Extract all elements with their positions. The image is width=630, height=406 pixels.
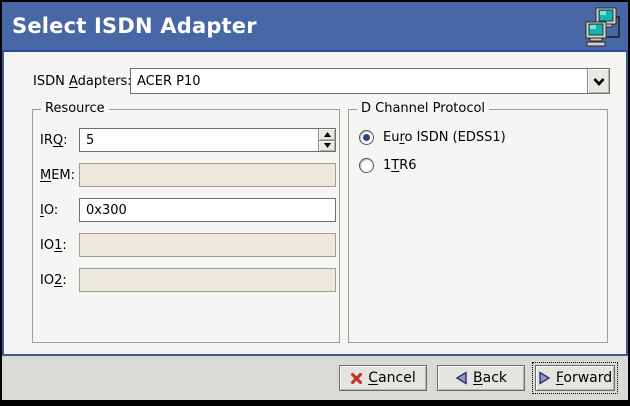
forward-button[interactable]: Forward [535,365,615,391]
isdn-adapters-combobox[interactable] [130,68,610,94]
spin-down-icon [324,143,331,148]
io-input[interactable] [79,198,336,222]
irq-label: IRQ: [40,133,79,148]
mem-field-row: MEM: [40,163,336,187]
mem-input [79,163,336,187]
radio-1tr6-label: 1TR6 [383,158,417,173]
io2-label: IO2: [40,273,79,288]
spin-up-icon [324,132,331,137]
chevron-down-icon [593,77,605,86]
io2-field-row: IO2: [40,268,336,292]
cancel-button[interactable]: Cancel [339,365,427,391]
page-title: Select ISDN Adapter [12,14,257,38]
cancel-button-label: Cancel [368,370,415,386]
red-x-icon [350,372,363,385]
radio-euro-isdn[interactable]: Euro ISDN (EDSS1) [359,128,506,146]
isdn-adapter-dialog: Select ISDN Adapter ISDN Adapters: [0,0,630,406]
forward-button-label: Forward [556,370,612,386]
irq-spin-down-button[interactable] [319,140,335,152]
isdn-adapters-dropdown-button[interactable] [587,69,609,93]
triangle-right-icon [538,371,551,385]
io2-input [79,268,336,292]
dialog-button-bar: Cancel Back Forward [2,356,628,400]
io1-input [79,233,336,257]
dialog-content: ISDN Adapters: Resource IRQ: [2,52,628,356]
irq-spin-buttons [318,129,335,151]
resource-group: Resource IRQ: MEM: [32,109,340,343]
isdn-adapters-label: ISDN Adapters: [33,74,132,89]
d-channel-protocol-legend: D Channel Protocol [357,101,489,116]
io-field-row: IO: [40,198,336,222]
irq-field-row: IRQ: [40,128,336,152]
irq-spin-up-button[interactable] [319,129,335,140]
irq-input[interactable] [80,129,318,151]
irq-spinner[interactable] [79,128,336,152]
isdn-adapters-combobox-input[interactable] [131,69,587,93]
network-computers-icon [585,7,621,47]
triangle-left-icon [455,371,468,385]
d-channel-protocol-group: D Channel Protocol Euro ISDN (EDSS1) 1TR… [348,109,608,343]
back-button-label: Back [473,370,507,386]
io1-label: IO1: [40,238,79,253]
io1-field-row: IO1: [40,233,336,257]
mem-label: MEM: [40,168,79,183]
resource-group-legend: Resource [41,101,109,116]
radio-euro-isdn-label: Euro ISDN (EDSS1) [383,130,506,145]
radio-button-icon[interactable] [359,158,374,173]
io-label: IO: [40,203,79,218]
radio-button-icon[interactable] [359,130,374,145]
dialog-header: Select ISDN Adapter [2,2,628,52]
back-button[interactable]: Back [437,365,525,391]
radio-1tr6[interactable]: 1TR6 [359,156,417,174]
